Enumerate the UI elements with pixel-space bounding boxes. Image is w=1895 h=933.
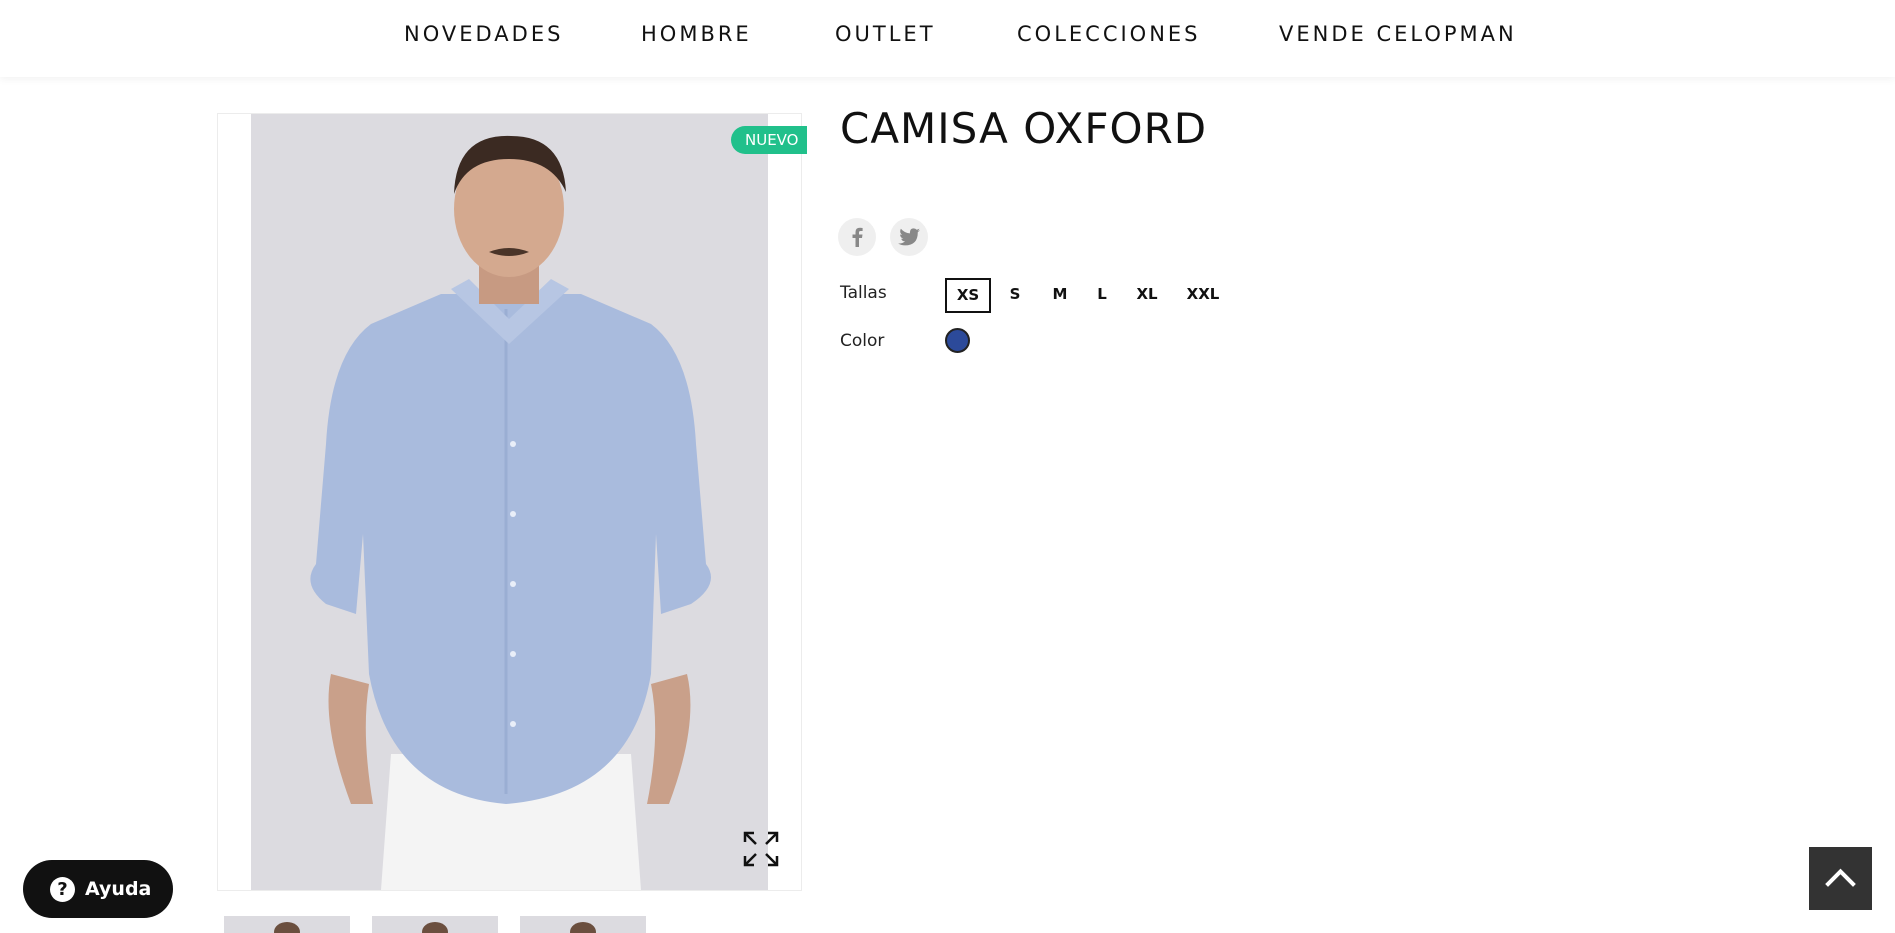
nav-item-outlet[interactable]: OUTLET [835,22,936,46]
back-to-top-button[interactable] [1809,847,1872,910]
expand-icon[interactable] [742,830,780,868]
help-button[interactable]: ? Ayuda [23,860,173,918]
help-label: Ayuda [85,878,152,900]
sizes-label: Tallas [840,283,887,303]
product-main-image[interactable] [251,114,768,890]
facebook-share-button[interactable] [838,218,876,256]
nav-item-vende-celopman[interactable]: VENDE CELOPMAN [1279,22,1517,46]
help-icon: ? [50,877,75,902]
size-option-s[interactable]: S [1004,278,1026,313]
thumbnail-3[interactable] [520,916,646,933]
nav-item-novedades[interactable]: NOVEDADES [404,22,563,46]
size-option-l[interactable]: L [1092,278,1112,313]
product-title: CAMISA OXFORD [840,104,1208,153]
twitter-share-button[interactable] [890,218,928,256]
twitter-icon [898,228,920,246]
nav-item-hombre[interactable]: HOMBRE [641,22,752,46]
nav-item-colecciones[interactable]: COLECCIONES [1017,22,1201,46]
size-option-xl[interactable]: XL [1132,278,1162,313]
top-navigation: NOVEDADES HOMBRE OUTLET COLECCIONES VEND… [0,0,1895,77]
product-gallery: NUEVO [217,113,808,891]
size-option-xs[interactable]: XS [945,278,991,313]
facebook-icon [852,227,863,247]
thumbnail-1[interactable] [224,916,350,933]
chevron-up-icon [1825,868,1856,887]
thumbnail-2[interactable] [372,916,498,933]
size-option-m[interactable]: M [1049,278,1071,313]
product-photo-illustration [251,114,768,890]
color-label: Color [840,331,885,351]
nav-menu: NOVEDADES HOMBRE OUTLET COLECCIONES VEND… [0,0,1895,70]
size-option-xxl[interactable]: XXL [1183,278,1223,313]
new-badge: NUEVO [731,126,808,154]
color-swatch[interactable] [945,328,970,353]
